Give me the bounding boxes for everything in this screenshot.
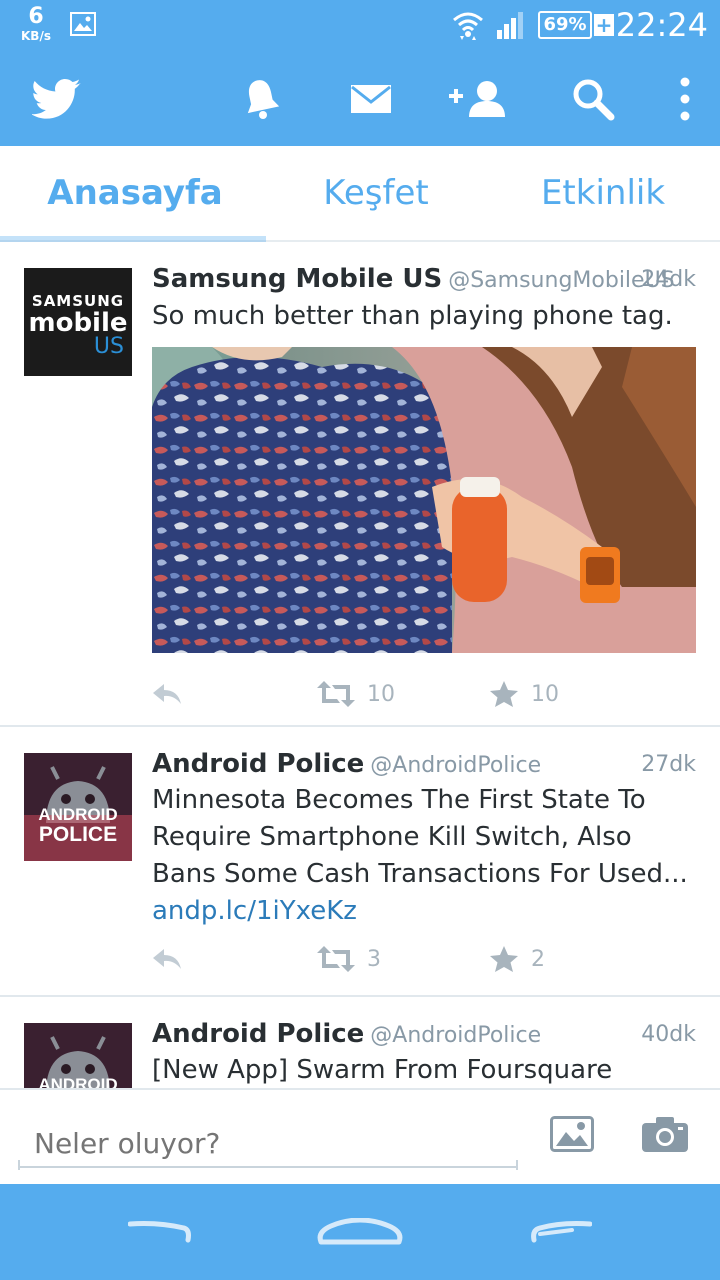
tweet-author-name[interactable]: Android Police [152,1019,364,1049]
tweet-text: [New App] Swarm From Foursquare Really [152,1055,613,1085]
network-speed: 6 KB/s [18,4,54,43]
charging-indicator: + [594,13,614,37]
back-icon[interactable] [85,1184,235,1280]
tweet-link[interactable]: andp.lc/1iYxeKz [152,896,357,926]
bell-icon[interactable] [226,52,296,146]
favorite-count: 10 [531,681,559,707]
tab-bar: Anasayfa Keşfet Etkinlik [0,146,720,242]
reply-button[interactable] [152,939,182,979]
avatar-line2: POLICE [38,823,118,846]
signal-icon [496,10,526,44]
reply-button[interactable] [152,674,182,714]
tweet-author-handle: @AndroidPolice [370,1023,542,1048]
wifi-icon [452,10,484,44]
compose-input[interactable] [18,1112,518,1168]
search-icon[interactable] [558,52,628,146]
network-speed-value: 6 [28,4,44,29]
input-edge-left [18,1160,20,1170]
gallery-icon [70,12,96,40]
mail-icon[interactable] [336,52,406,146]
retweet-icon [317,681,355,707]
tweet-text-body: Minnesota Becomes The First State To Req… [152,785,688,889]
status-bar: 6 KB/s 69% + 22:24 [0,0,720,52]
avatar-line1: ANDROID [38,805,118,824]
overflow-menu-icon[interactable] [662,52,708,146]
tweet-photo[interactable] [152,347,696,653]
avatar[interactable]: ANDROID POLICE [24,753,132,861]
battery-icon: 69% [538,11,592,39]
camera-icon[interactable] [642,1116,688,1156]
tweet-item[interactable]: ANDROID Android Police @AndroidPolice 40d… [0,997,720,1088]
tweet-text: Minnesota Becomes The First State To Req… [152,782,696,930]
retweet-icon [317,946,355,972]
avatar-line3: US [93,334,124,359]
tweet-actions: 10 10 [152,674,696,714]
favorite-count: 2 [531,946,545,972]
star-icon [490,946,518,972]
input-edge-right [516,1160,518,1170]
tweet-item[interactable]: ANDROID POLICE Android Police @AndroidPol… [0,727,720,997]
favorite-button[interactable]: 10 [489,674,559,714]
reply-icon [153,684,181,704]
tweet-author-name[interactable]: Samsung Mobile US [152,264,442,294]
tweet-time: 27dk [641,752,696,777]
avatar-line1: ANDROID [38,1075,118,1088]
tab-activity[interactable]: Etkinlik [486,146,720,240]
status-clock: 22:24 [615,6,708,44]
star-icon [490,681,518,707]
navigation-bar [0,1184,720,1280]
tweet-author-handle: @AndroidPolice [370,753,542,778]
tweet-composer [0,1088,720,1184]
twitter-bird-icon[interactable] [22,52,92,146]
tab-home[interactable]: Anasayfa [0,146,270,240]
favorite-button[interactable]: 2 [489,939,545,979]
action-bar [0,52,720,146]
home-icon[interactable] [285,1184,435,1280]
tab-discover[interactable]: Keşfet [266,146,486,240]
reply-icon [153,949,181,969]
network-speed-unit: KB/s [21,29,51,43]
recents-icon[interactable] [485,1184,635,1280]
tweet-text: So much better than playing phone tag. [152,301,673,331]
retweet-button[interactable]: 10 [317,674,395,714]
image-icon[interactable] [550,1116,594,1156]
avatar[interactable]: ANDROID [24,1023,132,1088]
retweet-count: 3 [367,946,381,972]
retweet-count: 10 [367,681,395,707]
tweet-item[interactable]: SAMSUNG mobile US Samsung Mobile US @Sams… [0,242,720,727]
add-user-icon[interactable] [444,52,514,146]
avatar[interactable]: SAMSUNG mobile US [24,268,132,376]
retweet-button[interactable]: 3 [317,939,381,979]
tweet-author-name[interactable]: Android Police [152,749,364,779]
tweet-time: 24dk [641,267,696,292]
tweet-actions: 3 2 [152,939,696,979]
tweet-time: 40dk [641,1022,696,1047]
timeline[interactable]: SAMSUNG mobile US Samsung Mobile US @Sams… [0,242,720,1088]
